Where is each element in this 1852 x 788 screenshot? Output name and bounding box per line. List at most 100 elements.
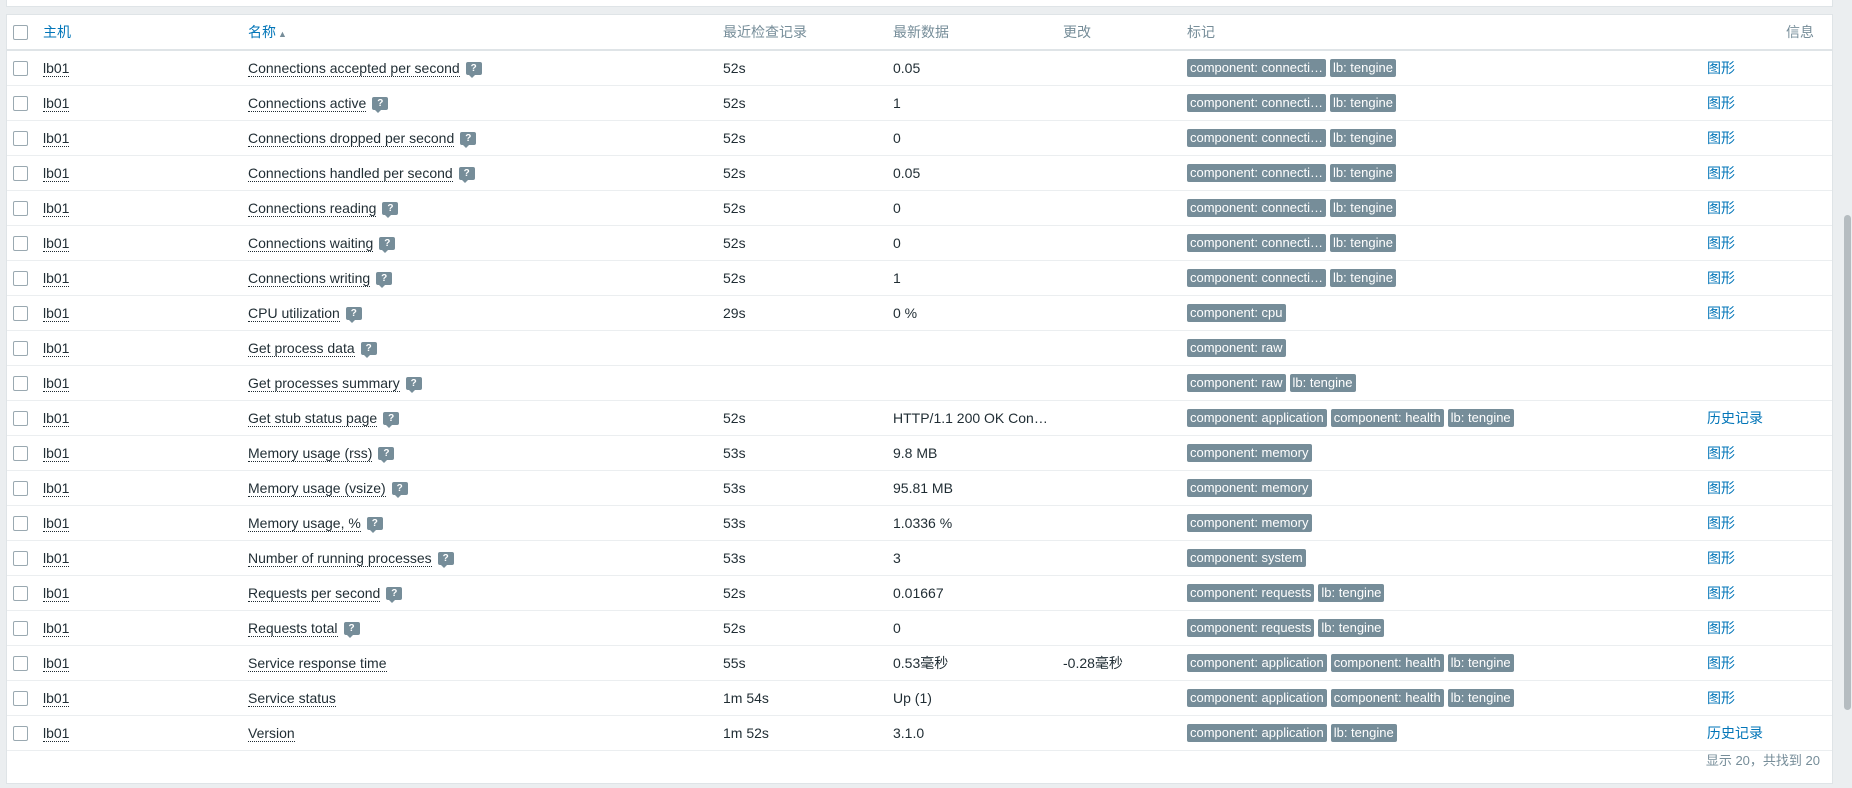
item-description-icon[interactable]: ? xyxy=(360,342,377,358)
tag-badge[interactable]: component: system xyxy=(1187,549,1306,568)
item-name-link[interactable]: Memory usage (vsize) xyxy=(248,480,386,497)
host-link[interactable]: lb01 xyxy=(43,480,70,497)
tag-badge[interactable]: component: application xyxy=(1187,689,1327,708)
item-name-link[interactable]: CPU utilization xyxy=(248,305,340,322)
host-link[interactable]: lb01 xyxy=(43,165,70,182)
host-link[interactable]: lb01 xyxy=(43,235,70,252)
tag-badge[interactable]: component: raw xyxy=(1187,339,1286,358)
row-checkbox[interactable] xyxy=(13,586,28,602)
host-link[interactable]: lb01 xyxy=(43,95,70,112)
row-checkbox[interactable] xyxy=(13,271,28,287)
host-link[interactable]: lb01 xyxy=(43,305,70,322)
item-name-link[interactable]: Service status xyxy=(248,690,336,707)
row-checkbox[interactable] xyxy=(13,201,28,217)
select-all-checkbox[interactable] xyxy=(13,25,28,41)
tag-badge[interactable]: component: health xyxy=(1330,654,1444,673)
tag-badge[interactable]: lb: tengine xyxy=(1318,584,1385,603)
item-description-icon[interactable]: ? xyxy=(386,587,403,603)
tag-badge[interactable]: component: memory xyxy=(1187,479,1312,498)
tag-badge[interactable]: lb: tengine xyxy=(1329,59,1396,78)
tag-badge[interactable]: lb: tengine xyxy=(1289,374,1356,393)
tag-badge[interactable]: lb: tengine xyxy=(1447,654,1514,673)
item-name-link[interactable]: Number of running processes xyxy=(248,550,432,567)
row-checkbox[interactable] xyxy=(13,656,28,672)
item-name-link[interactable]: Requests per second xyxy=(248,585,381,602)
tag-badge[interactable]: component: health xyxy=(1330,409,1444,428)
tag-badge[interactable]: component: application xyxy=(1187,724,1327,743)
tag-badge[interactable]: component: cpu xyxy=(1187,304,1286,323)
item-name-link[interactable]: Connections dropped per second xyxy=(248,130,455,147)
item-name-link[interactable]: Service response time xyxy=(248,655,387,672)
tag-badge[interactable]: lb: tengine xyxy=(1329,94,1396,113)
graph-or-history-link[interactable]: 图形 xyxy=(1707,550,1735,566)
tag-badge[interactable]: lb: tengine xyxy=(1447,689,1514,708)
graph-or-history-link[interactable]: 图形 xyxy=(1707,515,1735,531)
item-name-link[interactable]: Requests total xyxy=(248,620,338,637)
row-checkbox[interactable] xyxy=(13,341,28,357)
host-link[interactable]: lb01 xyxy=(43,725,70,742)
item-description-icon[interactable]: ? xyxy=(376,272,393,288)
graph-or-history-link[interactable]: 图形 xyxy=(1707,95,1735,111)
tag-badge[interactable]: component: connecti… xyxy=(1187,94,1326,113)
host-link[interactable]: lb01 xyxy=(43,200,70,217)
graph-or-history-link[interactable]: 图形 xyxy=(1707,585,1735,601)
item-description-icon[interactable]: ? xyxy=(378,447,395,463)
item-description-icon[interactable]: ? xyxy=(343,622,360,638)
tag-badge[interactable]: lb: tengine xyxy=(1329,164,1396,183)
item-description-icon[interactable]: ? xyxy=(383,412,400,428)
graph-or-history-link[interactable]: 图形 xyxy=(1707,270,1735,286)
graph-or-history-link[interactable]: 图形 xyxy=(1707,620,1735,636)
host-link[interactable]: lb01 xyxy=(43,270,70,287)
row-checkbox[interactable] xyxy=(13,551,28,567)
host-link[interactable]: lb01 xyxy=(43,410,70,427)
item-name-link[interactable]: Get processes summary xyxy=(248,375,400,392)
host-link[interactable]: lb01 xyxy=(43,340,70,357)
scrollbar-thumb[interactable] xyxy=(1844,215,1851,710)
graph-or-history-link[interactable]: 图形 xyxy=(1707,690,1735,706)
item-name-link[interactable]: Version xyxy=(248,725,295,742)
tag-badge[interactable]: component: connecti… xyxy=(1187,269,1326,288)
tag-badge[interactable]: lb: tengine xyxy=(1329,234,1396,253)
tag-badge[interactable]: lb: tengine xyxy=(1318,619,1385,638)
item-name-link[interactable]: Get process data xyxy=(248,340,355,357)
host-link[interactable]: lb01 xyxy=(43,690,70,707)
graph-or-history-link[interactable]: 图形 xyxy=(1707,305,1735,321)
host-link[interactable]: lb01 xyxy=(43,515,70,532)
row-checkbox[interactable] xyxy=(13,61,28,77)
tag-badge[interactable]: component: connecti… xyxy=(1187,234,1326,253)
tag-badge[interactable]: component: connecti… xyxy=(1187,129,1326,148)
item-name-link[interactable]: Connections active xyxy=(248,95,367,112)
row-checkbox[interactable] xyxy=(13,411,28,427)
host-link[interactable]: lb01 xyxy=(43,550,70,567)
item-description-icon[interactable]: ? xyxy=(460,132,477,148)
host-link[interactable]: lb01 xyxy=(43,130,70,147)
tag-badge[interactable]: component: requests xyxy=(1187,584,1315,603)
graph-or-history-link[interactable]: 图形 xyxy=(1707,480,1735,496)
item-description-icon[interactable]: ? xyxy=(391,482,408,498)
row-checkbox[interactable] xyxy=(13,236,28,252)
tag-badge[interactable]: component: health xyxy=(1330,689,1444,708)
tag-badge[interactable]: component: connecti… xyxy=(1187,59,1326,78)
tag-badge[interactable]: lb: tengine xyxy=(1329,269,1396,288)
graph-or-history-link[interactable]: 历史记录 xyxy=(1707,725,1763,741)
host-link[interactable]: lb01 xyxy=(43,375,70,392)
host-link[interactable]: lb01 xyxy=(43,655,70,672)
page-scrollbar[interactable] xyxy=(1843,0,1852,788)
row-checkbox[interactable] xyxy=(13,691,28,707)
row-checkbox[interactable] xyxy=(13,481,28,497)
item-name-link[interactable]: Memory usage, % xyxy=(248,515,361,532)
row-checkbox[interactable] xyxy=(13,166,28,182)
graph-or-history-link[interactable]: 图形 xyxy=(1707,200,1735,216)
item-description-icon[interactable]: ? xyxy=(345,307,362,323)
tag-badge[interactable]: lb: tengine xyxy=(1329,199,1396,218)
graph-or-history-link[interactable]: 图形 xyxy=(1707,235,1735,251)
host-link[interactable]: lb01 xyxy=(43,445,70,462)
tag-badge[interactable]: component: application xyxy=(1187,409,1327,428)
graph-or-history-link[interactable]: 图形 xyxy=(1707,60,1735,76)
item-description-icon[interactable]: ? xyxy=(382,202,399,218)
row-checkbox[interactable] xyxy=(13,376,28,392)
tag-badge[interactable]: lb: tengine xyxy=(1330,724,1397,743)
graph-or-history-link[interactable]: 图形 xyxy=(1707,655,1735,671)
item-name-link[interactable]: Connections waiting xyxy=(248,235,374,252)
item-description-icon[interactable]: ? xyxy=(405,377,422,393)
